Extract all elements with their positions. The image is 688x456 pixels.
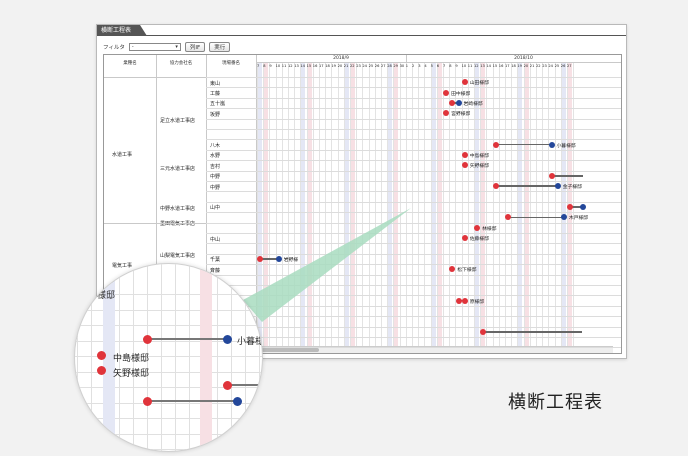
- mag-red-dot: [96, 350, 106, 360]
- mag-red-dot: [222, 380, 232, 390]
- mag-vline: [175, 264, 176, 451]
- mag-label-b: 中島様邸: [113, 354, 150, 364]
- mag-red-dot: [96, 365, 106, 375]
- mag-label-2: 宮野様邸: [79, 291, 116, 301]
- mag-vline: [217, 264, 218, 451]
- mag-label-a: 小暮様邸: [237, 337, 262, 347]
- mag-bar: [147, 399, 237, 403]
- mag-label-c: 矢野様邸: [113, 369, 150, 379]
- mag-blue-dot: [232, 396, 242, 406]
- mag-blue-dot: [222, 334, 232, 344]
- mag-vline: [259, 264, 260, 451]
- mag-red-dot: [142, 334, 152, 344]
- mag-bar: [147, 337, 227, 341]
- mag-vline: [245, 264, 246, 451]
- magnifier-lens: 岩崎様邸 宮野様邸 小暮様邸 中島様邸 矢野様邸: [74, 263, 263, 452]
- mag-vline: [189, 264, 190, 451]
- mag-stripe-pink: [200, 264, 212, 451]
- mag-bar: [227, 383, 262, 387]
- mag-label-top: 岩崎様邸: [79, 275, 116, 285]
- mag-vline: [161, 264, 162, 451]
- mag-vline: [231, 264, 232, 451]
- caption-title: 横断工程表: [508, 392, 603, 413]
- mag-vline: [77, 264, 78, 451]
- mag-red-dot: [142, 396, 152, 406]
